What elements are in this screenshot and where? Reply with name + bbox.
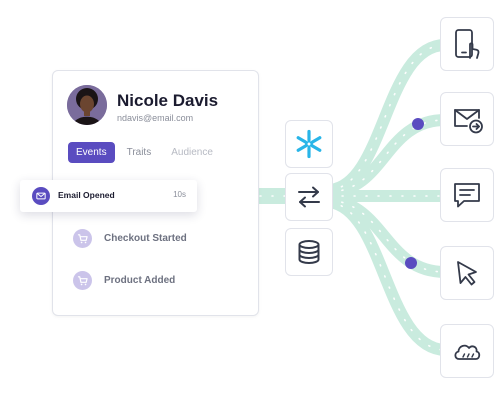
- cloud-icon: [454, 344, 481, 360]
- cart-icon: [73, 229, 92, 248]
- transfer-arrows-icon: [298, 186, 320, 208]
- destination-email[interactable]: [440, 92, 494, 146]
- destination-chat[interactable]: [440, 168, 494, 222]
- profile-name: Nicole Davis: [117, 91, 219, 110]
- destination-mobile[interactable]: [440, 17, 494, 71]
- profile-tabs: Events Traits Audience: [68, 142, 221, 163]
- avatar: [67, 85, 107, 125]
- event-label: Product Added: [104, 275, 176, 286]
- email-forward-icon: [454, 109, 483, 134]
- list-item[interactable]: Product Added: [73, 271, 175, 290]
- highlighted-event[interactable]: Email Opened 10s: [20, 180, 197, 212]
- tab-audience[interactable]: Audience: [163, 142, 221, 163]
- chat-icon: [454, 183, 480, 208]
- destination-cursor[interactable]: [440, 246, 494, 300]
- destination-cloud[interactable]: [440, 324, 494, 378]
- mail-icon: [32, 187, 50, 205]
- cart-icon: [73, 271, 92, 290]
- snowflake-icon: [296, 129, 322, 159]
- mobile-tap-icon: [455, 29, 480, 59]
- flow-packet-email: [412, 118, 424, 130]
- event-label: Checkout Started: [104, 233, 187, 244]
- hub-database[interactable]: [285, 228, 333, 276]
- event-time: 10s: [173, 190, 186, 199]
- person-avatar-icon: [67, 85, 107, 125]
- tab-events[interactable]: Events: [68, 142, 115, 163]
- hub-snowflake[interactable]: [285, 120, 333, 168]
- profile-email: ndavis@email.com: [117, 113, 194, 123]
- event-label: Email Opened: [58, 190, 115, 200]
- hub-transfer[interactable]: [285, 173, 333, 221]
- database-icon: [298, 240, 320, 265]
- list-item[interactable]: Checkout Started: [73, 229, 187, 248]
- tab-traits[interactable]: Traits: [119, 142, 160, 163]
- cursor-icon: [457, 261, 477, 286]
- flow-packet-cursor: [405, 257, 417, 269]
